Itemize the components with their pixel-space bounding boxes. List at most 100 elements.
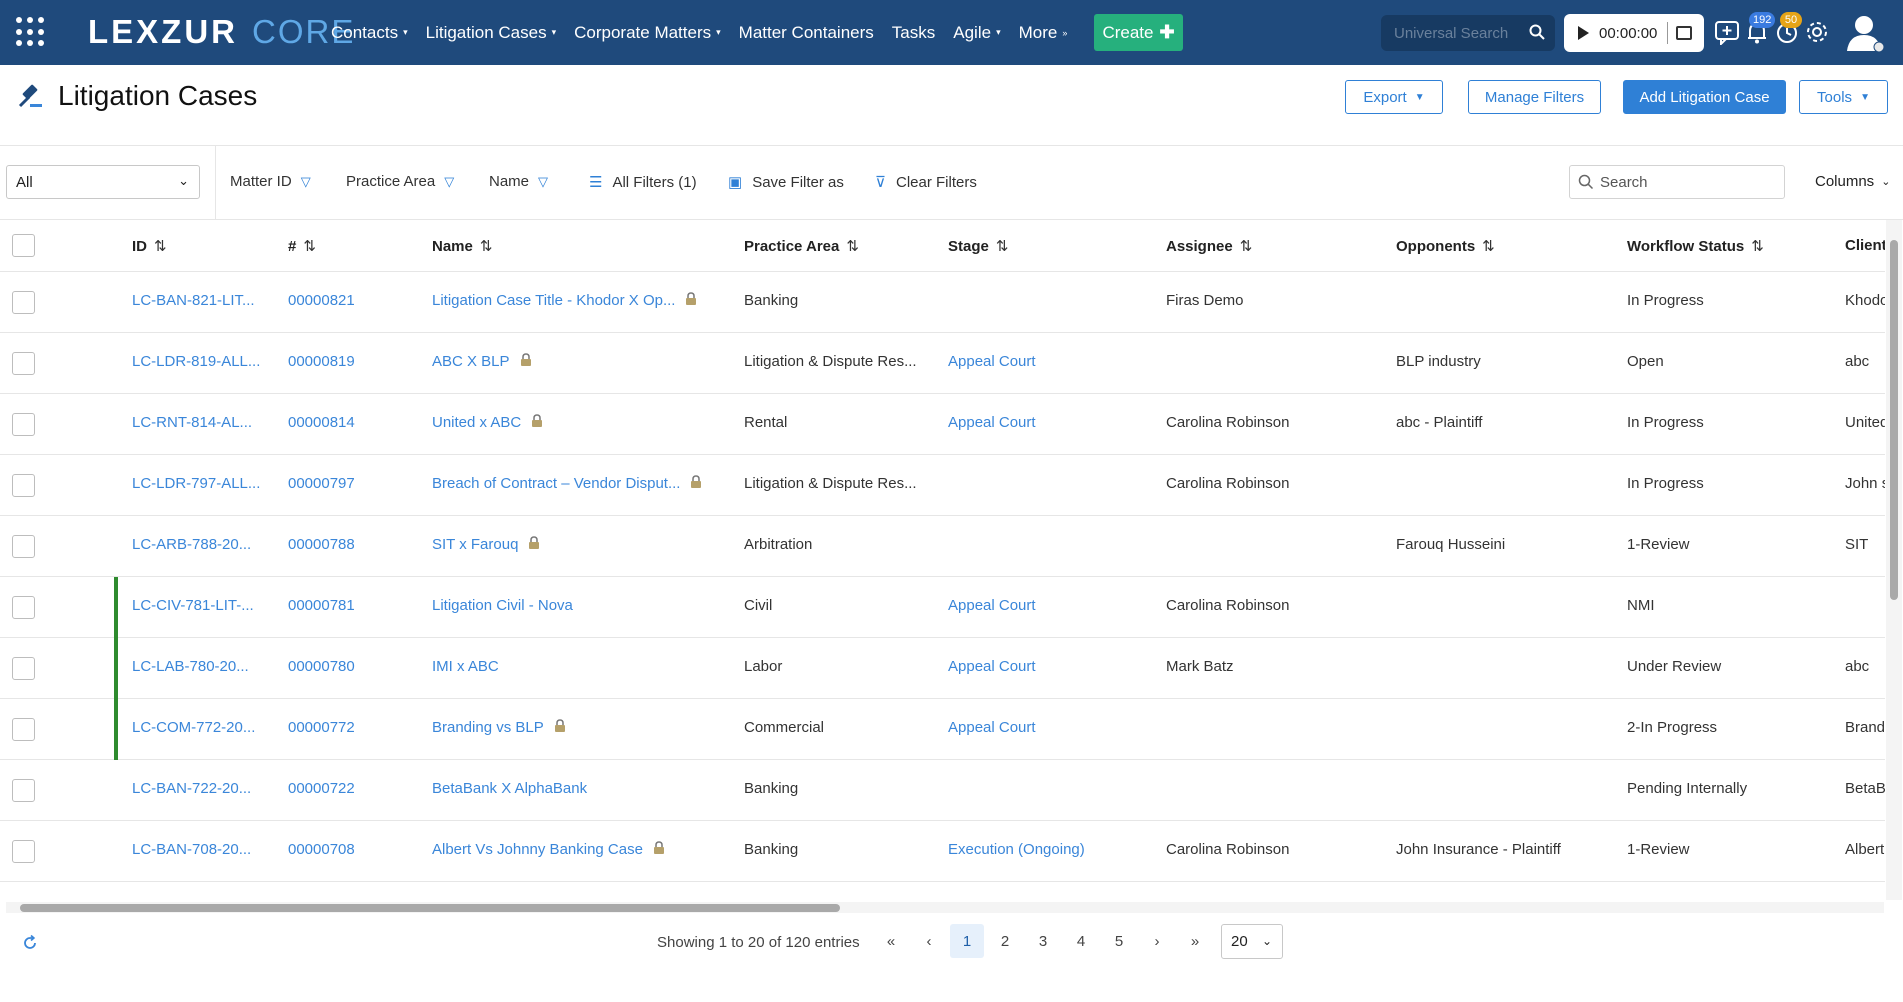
case-number-link[interactable]: 00000788 bbox=[288, 536, 388, 553]
table-row[interactable]: LC-LAB-780-20... 00000780 IMI x ABC Labor Ap… bbox=[0, 638, 1885, 699]
table-row[interactable]: LC-CIV-781-LIT-... 00000781 Litigation Civ… bbox=[0, 577, 1885, 638]
vertical-scrollbar[interactable] bbox=[1886, 220, 1902, 900]
first-page-button[interactable]: « bbox=[874, 924, 908, 958]
table-row[interactable]: LC-BAN-722-20... 00000722 BetaBank X Alpha… bbox=[0, 760, 1885, 821]
row-checkbox[interactable] bbox=[12, 779, 35, 802]
row-checkbox[interactable] bbox=[12, 596, 35, 619]
clear-filters-button[interactable]: ⊽ Clear Filters bbox=[875, 173, 977, 192]
save-filter-button[interactable]: ▣ Save Filter as bbox=[728, 173, 844, 192]
nav-more[interactable]: More» bbox=[1019, 23, 1068, 43]
case-id-link[interactable]: LC-LAB-780-20... bbox=[132, 658, 272, 675]
nav-tasks[interactable]: Tasks bbox=[892, 23, 935, 43]
table-row[interactable]: LC-ARB-788-20... 00000788 SIT x Farouq Arbi… bbox=[0, 516, 1885, 577]
case-number-link[interactable]: 00000797 bbox=[288, 475, 388, 492]
page-1-button[interactable]: 1 bbox=[950, 924, 984, 958]
table-row[interactable]: LC-LDR-797-ALL... 00000797 Breach of Contr… bbox=[0, 455, 1885, 516]
note-icon[interactable] bbox=[1676, 26, 1693, 40]
page-4-button[interactable]: 4 bbox=[1064, 924, 1098, 958]
stage-link[interactable]: Appeal Court bbox=[948, 719, 1148, 736]
nav-corporate-matters[interactable]: Corporate Matters ▾ bbox=[574, 23, 721, 43]
case-id-link[interactable]: LC-BAN-708-20... bbox=[132, 841, 272, 858]
stage-link[interactable]: Appeal Court bbox=[948, 597, 1148, 614]
universal-search-input[interactable]: Universal Search bbox=[1381, 15, 1555, 51]
user-avatar-icon[interactable] bbox=[1843, 11, 1885, 53]
app-logo[interactable]: LEXZUR CORE bbox=[88, 12, 355, 52]
nav-matter-containers[interactable]: Matter Containers bbox=[739, 23, 874, 43]
all-filters-button[interactable]: ☰ All Filters (1) bbox=[589, 173, 697, 192]
horizontal-scrollbar[interactable] bbox=[6, 902, 1884, 913]
header-assignee[interactable]: Assignee ⇅ bbox=[1166, 237, 1252, 255]
case-id-link[interactable]: LC-CIV-781-LIT-... bbox=[132, 597, 272, 614]
row-checkbox[interactable] bbox=[12, 291, 35, 314]
case-name-link[interactable]: ABC X BLP bbox=[432, 353, 510, 370]
page-5-button[interactable]: 5 bbox=[1102, 924, 1136, 958]
table-search-input[interactable]: Search bbox=[1569, 165, 1785, 199]
table-row[interactable]: LC-COM-772-20... 00000772 Branding vs BLP C… bbox=[0, 699, 1885, 760]
scope-select[interactable]: All ⌄ bbox=[6, 165, 200, 199]
export-button[interactable]: Export ▼ bbox=[1345, 80, 1443, 114]
filter-practice-area[interactable]: Practice Area ▽ bbox=[346, 173, 454, 190]
chat-plus-icon[interactable] bbox=[1714, 19, 1740, 45]
next-page-button[interactable]: › bbox=[1140, 924, 1174, 958]
case-id-link[interactable]: LC-BAN-722-20... bbox=[132, 780, 272, 797]
nav-litigation-cases[interactable]: Litigation Cases ▾ bbox=[426, 23, 557, 43]
case-name-link[interactable]: Litigation Case Title - Khodor X Op... bbox=[432, 292, 675, 309]
row-checkbox[interactable] bbox=[12, 413, 35, 436]
case-id-link[interactable]: LC-LDR-797-ALL... bbox=[132, 475, 272, 492]
manage-filters-button[interactable]: Manage Filters bbox=[1468, 80, 1601, 114]
case-name-link[interactable]: Breach of Contract – Vendor Disput... bbox=[432, 475, 680, 492]
row-checkbox[interactable] bbox=[12, 352, 35, 375]
case-number-link[interactable]: 00000708 bbox=[288, 841, 388, 858]
create-button[interactable]: Create ✚ bbox=[1094, 14, 1183, 51]
stage-link[interactable]: Appeal Court bbox=[948, 414, 1148, 431]
row-checkbox[interactable] bbox=[12, 535, 35, 558]
play-icon[interactable] bbox=[1578, 26, 1589, 40]
search-icon[interactable] bbox=[1529, 24, 1545, 40]
last-page-button[interactable]: » bbox=[1178, 924, 1212, 958]
case-number-link[interactable]: 00000722 bbox=[288, 780, 388, 797]
tools-button[interactable]: Tools ▼ bbox=[1799, 80, 1888, 114]
stage-link[interactable]: Appeal Court bbox=[948, 658, 1148, 675]
case-name-link[interactable]: Branding vs BLP bbox=[432, 719, 544, 736]
case-id-link[interactable]: LC-RNT-814-AL... bbox=[132, 414, 272, 431]
case-name-link[interactable]: BetaBank X AlphaBank bbox=[432, 780, 587, 797]
gear-icon[interactable] bbox=[1804, 19, 1830, 45]
stage-link[interactable]: Appeal Court bbox=[948, 353, 1148, 370]
refresh-icon[interactable] bbox=[21, 934, 39, 952]
case-number-link[interactable]: 00000781 bbox=[288, 597, 388, 614]
header-opponents[interactable]: Opponents ⇅ bbox=[1396, 237, 1495, 255]
case-name-link[interactable]: United x ABC bbox=[432, 414, 521, 431]
table-row[interactable]: LC-LDR-819-ALL... 00000819 ABC X BLP Litiga… bbox=[0, 333, 1885, 394]
nav-contacts[interactable]: Contacts ▾ bbox=[331, 23, 408, 43]
prev-page-button[interactable]: ‹ bbox=[912, 924, 946, 958]
header-practice-area[interactable]: Practice Area ⇅ bbox=[744, 237, 859, 255]
apps-grid-icon[interactable] bbox=[16, 17, 46, 47]
stage-link[interactable]: Execution (Ongoing) bbox=[948, 841, 1148, 858]
case-number-link[interactable]: 00000780 bbox=[288, 658, 388, 675]
select-all-checkbox[interactable] bbox=[12, 234, 35, 257]
case-id-link[interactable]: LC-LDR-819-ALL... bbox=[132, 353, 272, 370]
table-row[interactable]: LC-BAN-821-LIT... 00000821 Litigation Case… bbox=[0, 272, 1885, 333]
case-number-link[interactable]: 00000772 bbox=[288, 719, 388, 736]
page-2-button[interactable]: 2 bbox=[988, 924, 1022, 958]
nav-agile[interactable]: Agile ▾ bbox=[953, 23, 1000, 43]
table-row[interactable]: LC-BAN-708-20... 00000708 Albert Vs Johnny… bbox=[0, 821, 1885, 882]
row-checkbox[interactable] bbox=[12, 657, 35, 680]
columns-button[interactable]: Columns ⌄ bbox=[1815, 173, 1890, 190]
header-stage[interactable]: Stage ⇅ bbox=[948, 237, 1008, 255]
time-tracker[interactable]: 00:00:00 bbox=[1564, 14, 1704, 52]
case-id-link[interactable]: LC-ARB-788-20... bbox=[132, 536, 272, 553]
case-id-link[interactable]: LC-BAN-821-LIT... bbox=[132, 292, 272, 309]
header-id[interactable]: ID ⇅ bbox=[132, 237, 167, 255]
filter-name[interactable]: Name ▽ bbox=[489, 173, 548, 190]
row-checkbox[interactable] bbox=[12, 474, 35, 497]
page-3-button[interactable]: 3 bbox=[1026, 924, 1060, 958]
header-workflow-status[interactable]: Workflow Status ⇅ bbox=[1627, 237, 1764, 255]
case-name-link[interactable]: SIT x Farouq bbox=[432, 536, 518, 553]
case-number-link[interactable]: 00000821 bbox=[288, 292, 388, 309]
case-number-link[interactable]: 00000814 bbox=[288, 414, 388, 431]
row-checkbox[interactable] bbox=[12, 840, 35, 863]
filter-matter-id[interactable]: Matter ID ▽ bbox=[230, 173, 311, 190]
case-number-link[interactable]: 00000819 bbox=[288, 353, 388, 370]
header-client[interactable]: Client I bbox=[1845, 237, 1885, 254]
